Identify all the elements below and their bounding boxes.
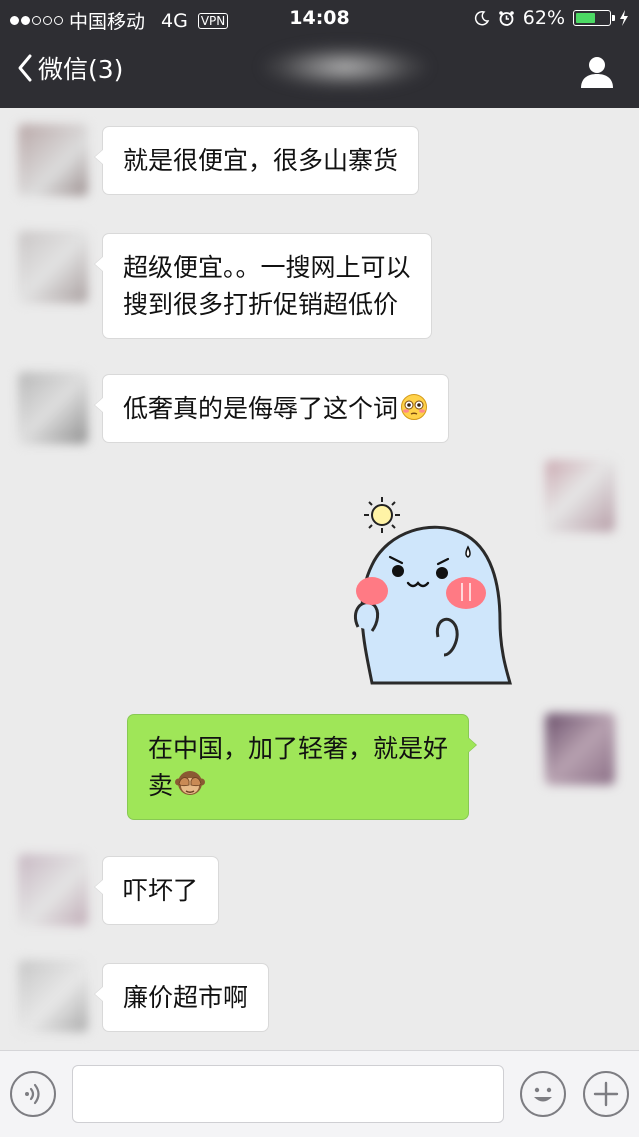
person-icon[interactable] — [579, 54, 615, 90]
charging-icon — [620, 10, 628, 26]
avatar[interactable] — [18, 231, 88, 303]
voice-button[interactable] — [10, 1071, 56, 1117]
avatar[interactable] — [18, 372, 88, 444]
message-text: 在中国，加了轻奢，就是好 — [148, 734, 449, 763]
avatar[interactable] — [18, 854, 88, 926]
back-button[interactable]: 微信(3) — [16, 50, 123, 86]
message-text: 廉价超市啊 — [123, 983, 249, 1012]
avatar[interactable] — [18, 960, 88, 1032]
more-button[interactable] — [583, 1071, 629, 1117]
message-bubble-incoming[interactable]: 吓坏了 — [93, 856, 220, 925]
see-no-evil-monkey-emoji — [175, 771, 206, 795]
message-text: 超级便宜。。一搜网上可以 — [123, 253, 411, 282]
message-bubble-outgoing[interactable]: 在中国，加了轻奢，就是好 卖 — [127, 714, 478, 820]
message-text: 搜到很多打折促销超低价 — [123, 290, 399, 319]
back-label: 微信(3) — [38, 55, 124, 84]
alarm-icon — [498, 10, 514, 26]
battery-icon — [573, 10, 615, 26]
voice-icon — [25, 1083, 40, 1105]
message-input[interactable] — [72, 1065, 504, 1123]
message-bubble-incoming[interactable]: 低奢真的是侮辱了这个词 — [93, 374, 450, 443]
input-bar — [0, 1050, 639, 1137]
battery-percent: 62% — [522, 7, 565, 29]
message-bubble-incoming[interactable]: 廉价超市啊 — [93, 963, 270, 1032]
nav-bar: 微信(3) — [0, 36, 639, 108]
flushed-face-emoji — [401, 394, 428, 420]
avatar[interactable] — [18, 124, 88, 196]
message-text: 卖 — [148, 771, 174, 800]
message-text: 吓坏了 — [123, 876, 199, 905]
emoji-button[interactable] — [520, 1071, 566, 1117]
message-bubble-incoming[interactable]: 就是很便宜，很多山寨货 — [93, 126, 420, 195]
message-text: 就是很便宜，很多山寨货 — [123, 146, 399, 175]
avatar[interactable] — [545, 713, 615, 785]
plus-icon — [593, 1081, 619, 1107]
status-right: 62% — [474, 7, 629, 29]
message-bubble-incoming[interactable]: 超级便宜。。一搜网上可以 搜到很多打折促销超低价 — [94, 233, 432, 339]
chat-title-blurred — [262, 44, 428, 90]
chevron-left-icon — [18, 54, 32, 82]
moon-icon — [474, 10, 490, 26]
shy-blue-ghost-sticker[interactable] — [350, 493, 520, 685]
avatar[interactable] — [545, 460, 615, 532]
status-bar: 中国移动 4G VPN 14:08 62% — [0, 0, 639, 36]
smiley-face-icon — [534, 1087, 552, 1102]
chat-area[interactable]: 就是很便宜，很多山寨货 超级便宜。。一搜网上可以 搜到很多打折促销超低价 低奢真… — [0, 108, 639, 1050]
sun-icon — [364, 497, 400, 533]
message-text: 低奢真的是侮辱了这个词 — [123, 394, 399, 423]
